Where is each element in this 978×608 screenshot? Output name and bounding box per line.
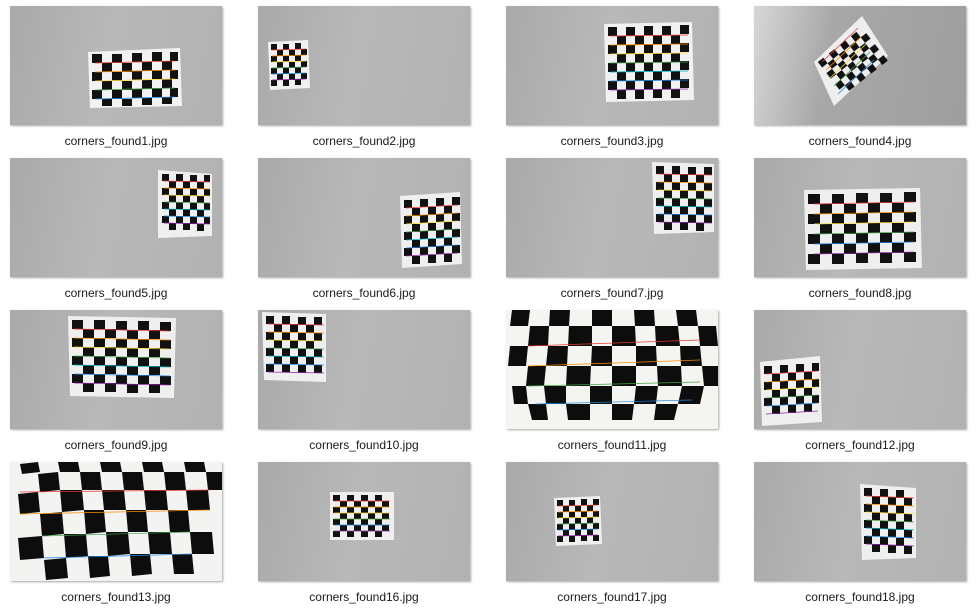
thumbnail-image[interactable]	[754, 6, 966, 125]
thumbnail-image[interactable]	[258, 462, 470, 581]
thumbnail-image[interactable]	[506, 462, 718, 581]
thumbnail-image[interactable]	[506, 6, 718, 125]
file-tile-corners-found1[interactable]: corners_found1.jpg	[10, 6, 258, 154]
file-name-label[interactable]: corners_found16.jpg	[258, 590, 470, 604]
thumbnail-image[interactable]	[754, 462, 966, 581]
thumbnail-image[interactable]	[258, 6, 470, 125]
file-name-label[interactable]: corners_found5.jpg	[10, 286, 222, 300]
thumbnail-image[interactable]	[258, 310, 470, 429]
thumbnail-image[interactable]	[10, 310, 222, 429]
file-tile-corners-found10[interactable]: corners_found10.jpg	[258, 310, 506, 458]
file-name-label[interactable]: corners_found11.jpg	[506, 438, 718, 452]
file-name-label[interactable]: corners_found18.jpg	[754, 590, 966, 604]
file-tile-corners-found16[interactable]: corners_found16.jpg	[258, 462, 506, 608]
file-name-label[interactable]: corners_found4.jpg	[754, 134, 966, 148]
file-tile-corners-found8[interactable]: corners_found8.jpg	[754, 158, 978, 306]
file-tile-corners-found6[interactable]: corners_found6.jpg	[258, 158, 506, 306]
file-name-label[interactable]: corners_found8.jpg	[754, 286, 966, 300]
thumbnail-image[interactable]	[10, 158, 222, 277]
file-tile-corners-found3[interactable]: corners_found3.jpg	[506, 6, 754, 154]
file-name-label[interactable]: corners_found12.jpg	[754, 438, 966, 452]
file-name-label[interactable]: corners_found6.jpg	[258, 286, 470, 300]
file-tile-corners-found17[interactable]: corners_found17.jpg	[506, 462, 754, 608]
thumbnail-grid: corners_found1.jpg corners_found2.jpg co…	[0, 0, 978, 608]
file-tile-corners-found12[interactable]: corners_found12.jpg	[754, 310, 978, 458]
file-name-label[interactable]: corners_found13.jpg	[10, 590, 222, 604]
file-name-label[interactable]: corners_found17.jpg	[506, 590, 718, 604]
thumbnail-image[interactable]	[10, 6, 222, 125]
file-name-label[interactable]: corners_found9.jpg	[10, 438, 222, 452]
file-name-label[interactable]: corners_found10.jpg	[258, 438, 470, 452]
file-tile-corners-found18[interactable]: corners_found18.jpg	[754, 462, 978, 608]
file-tile-corners-found11[interactable]: corners_found11.jpg	[506, 310, 754, 458]
file-tile-corners-found4[interactable]: corners_found4.jpg	[754, 6, 978, 154]
thumbnail-image[interactable]	[506, 158, 718, 277]
file-tile-corners-found9[interactable]: corners_found9.jpg	[10, 310, 258, 458]
file-name-label[interactable]: corners_found1.jpg	[10, 134, 222, 148]
file-tile-corners-found7[interactable]: corners_found7.jpg	[506, 158, 754, 306]
file-name-label[interactable]: corners_found3.jpg	[506, 134, 718, 148]
thumbnail-image[interactable]	[10, 462, 222, 581]
thumbnail-image[interactable]	[258, 158, 470, 277]
file-tile-corners-found2[interactable]: corners_found2.jpg	[258, 6, 506, 154]
file-tile-corners-found5[interactable]: corners_found5.jpg	[10, 158, 258, 306]
thumbnail-image[interactable]	[754, 158, 966, 277]
thumbnail-image[interactable]	[754, 310, 966, 429]
thumbnail-image[interactable]	[506, 310, 718, 429]
file-name-label[interactable]: corners_found7.jpg	[506, 286, 718, 300]
file-tile-corners-found13[interactable]: corners_found13.jpg	[10, 462, 258, 608]
file-name-label[interactable]: corners_found2.jpg	[258, 134, 470, 148]
